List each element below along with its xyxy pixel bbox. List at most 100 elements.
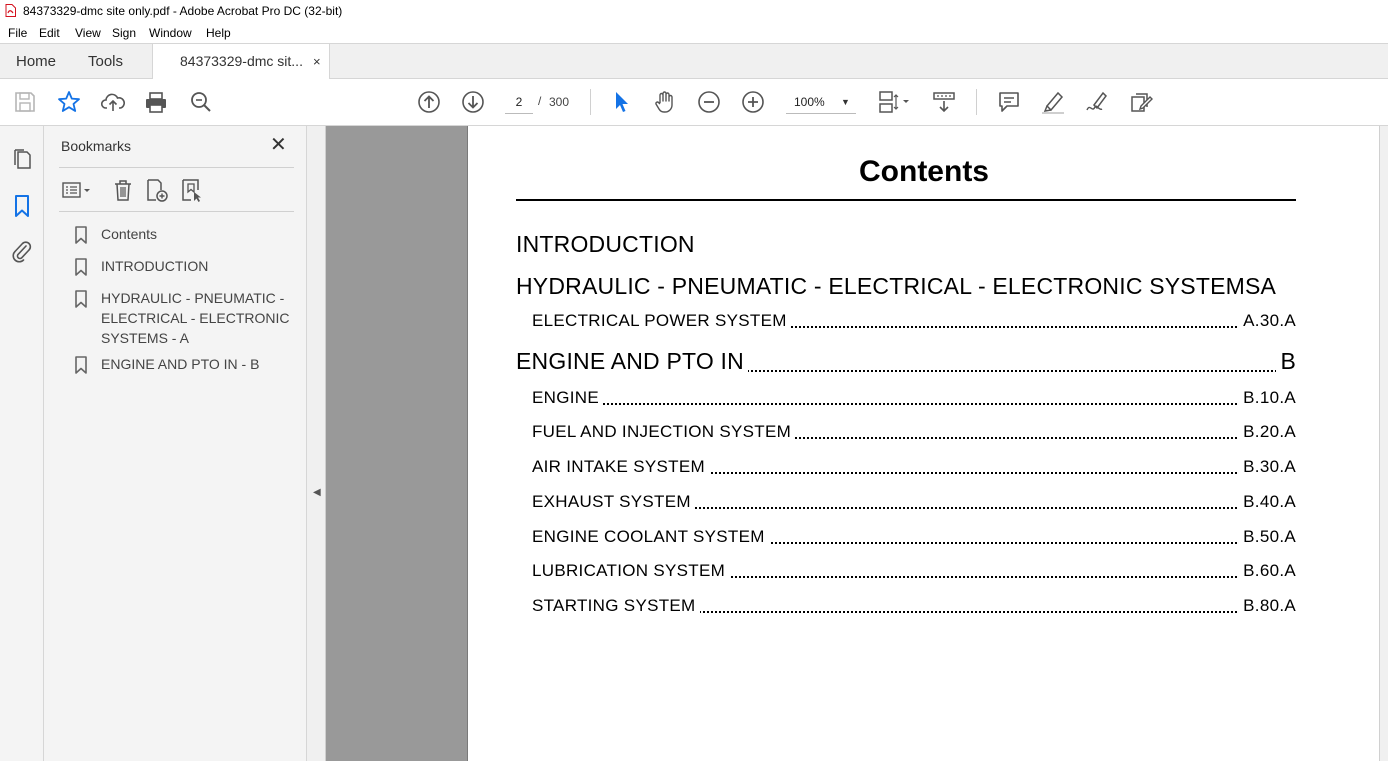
highlight-pen-icon[interactable] [1040,89,1066,115]
toolbar-divider [976,89,977,115]
heading-rule [516,199,1296,201]
bookmark-icon [75,290,87,308]
chevron-down-icon: ▼ [841,97,850,107]
toc-entry-title: AIR INTAKE SYSTEM [532,456,709,478]
close-panel-icon[interactable]: ✕ [270,135,287,155]
toc-entry-ref: A.30.A [1239,310,1296,332]
toc-entry-title: EXHAUST SYSTEM [532,491,695,513]
print-icon[interactable] [143,89,169,115]
bookmarks-panel-icon[interactable] [10,194,34,218]
document-viewport[interactable]: Contents INTRODUCTION HYDRAULIC - PNEUMA… [326,126,1388,761]
menu-help[interactable]: Help [206,26,231,40]
bookmark-icon [75,356,87,374]
panel-divider [59,167,294,168]
menu-sign[interactable]: Sign [112,26,136,40]
toc-entry-title: FUEL AND INJECTION SYSTEM [532,421,796,443]
toc-entry-title: ENGINE AND PTO IN [516,346,748,376]
bookmark-from-selection-icon[interactable] [179,177,205,203]
toc-leader-dots [532,403,1296,405]
toc-entry-ref: B.80.A [1239,595,1296,617]
zoom-search-icon[interactable] [188,89,214,115]
page-number-input[interactable]: 2 [505,91,533,114]
toc-entry-ref: B.50.A [1239,526,1296,548]
toc-entry[interactable]: ELECTRICAL POWER SYSTEM A.30.A [532,310,1296,332]
toc-entry-title: HYDRAULIC - PNEUMATIC - ELECTRICAL - ELE… [516,271,1281,301]
page-thumbnails-icon[interactable] [10,147,34,171]
save-icon[interactable] [12,89,38,115]
toc-entry-ref: B.60.A [1239,560,1296,582]
toc-entry-ref: B.20.A [1239,421,1296,443]
new-bookmark-icon[interactable] [144,177,170,203]
menu-file[interactable]: File [8,26,27,40]
delete-bookmark-icon[interactable] [110,177,136,203]
toc-entry-title: LUBRICATION SYSTEM [532,560,730,582]
tab-document-label: 84373329-dmc sit... [180,53,303,69]
zoom-in-icon[interactable] [740,89,766,115]
toc-entry[interactable]: ENGINE B.10.A [532,387,1296,409]
draw-sign-icon[interactable] [1084,89,1110,115]
hand-pan-icon[interactable] [652,89,678,115]
upload-cloud-icon[interactable] [100,89,126,115]
zoom-level-select[interactable]: 100% ▼ [786,91,856,114]
page-display-icon[interactable] [876,89,912,115]
toolbar-divider [590,89,591,115]
toc-entry[interactable]: EXHAUST SYSTEM B.40.A [532,491,1296,513]
toc-entry-ref: B [1276,346,1296,376]
toc-entry[interactable]: AIR INTAKE SYSTEM B.30.A [532,456,1296,478]
bookmark-icon [75,258,87,276]
bookmark-label: Contents [101,226,158,242]
bookmark-label: HYDRAULIC - PNEUMATIC - ELECTRICAL - ELE… [101,290,290,346]
toc-entry[interactable]: LUBRICATION SYSTEM B.60.A [532,560,1296,582]
tab-document[interactable]: 84373329-dmc sit... × [152,44,330,80]
toc-entry-title: ENGINE COOLANT SYSTEM [532,526,769,548]
bookmark-icon [75,226,87,244]
tab-home[interactable]: Home [16,44,56,79]
pdf-page: Contents INTRODUCTION HYDRAULIC - PNEUMA… [467,126,1379,761]
bookmarks-title: Bookmarks [61,138,132,154]
window-title: 84373329-dmc site only.pdf - Adobe Acrob… [23,4,343,18]
toc-entry-title: INTRODUCTION [516,229,699,259]
toc-entry[interactable]: ENGINE AND PTO IN B [516,346,1296,376]
bookmarks-panel: Bookmarks ✕ Contents INTRODUCTION HYDRAU… [44,126,307,761]
page-separator: / [538,94,542,108]
main-toolbar: 2 / 300 100% ▼ [0,79,1388,126]
next-page-icon[interactable] [460,89,486,115]
panel-splitter[interactable]: ◀ [307,126,326,761]
collapse-panel-icon[interactable]: ◀ [313,487,321,498]
toc-entry[interactable]: STARTING SYSTEM B.80.A [532,595,1296,617]
pdf-file-icon [5,4,16,17]
bookmark-label: INTRODUCTION [101,258,209,274]
attachments-paperclip-icon[interactable] [10,239,34,263]
vertical-scrollbar[interactable] [1379,126,1388,761]
toc-entry-title: ELECTRICAL POWER SYSTEM [532,310,791,332]
menu-view[interactable]: View [75,26,101,40]
bookmark-options-icon[interactable] [60,177,96,203]
toc-entry[interactable]: FUEL AND INJECTION SYSTEM B.20.A [532,421,1296,443]
toc-entry-ref: B.10.A [1239,387,1296,409]
stamp-edit-icon[interactable] [1128,89,1154,115]
zoom-out-icon[interactable] [696,89,722,115]
close-tab-icon[interactable]: × [313,44,321,79]
toc-entry-title: ENGINE [532,387,603,409]
toc-entry[interactable]: ENGINE COOLANT SYSTEM B.50.A [532,526,1296,548]
previous-page-icon[interactable] [416,89,442,115]
navigation-rail [0,126,44,761]
toc-entry[interactable]: INTRODUCTION [516,229,1296,259]
bookmark-label: ENGINE AND PTO IN - B [101,356,260,372]
page-total: 300 [549,95,570,109]
select-pointer-icon[interactable] [608,89,634,115]
toc-entry-ref: B.30.A [1239,456,1296,478]
menu-bar: File Edit View Sign Window Help [0,22,1388,43]
scroll-mode-icon[interactable] [931,89,957,115]
menu-window[interactable]: Window [149,26,192,40]
zoom-level-value: 100% [794,95,825,109]
menu-edit[interactable]: Edit [39,26,60,40]
page-heading: Contents [859,155,989,188]
comment-icon[interactable] [996,89,1022,115]
star-icon[interactable] [56,89,82,115]
panel-divider [59,211,294,212]
toc-entry[interactable]: HYDRAULIC - PNEUMATIC - ELECTRICAL - ELE… [516,271,1296,301]
tab-tools[interactable]: Tools [88,44,123,79]
title-bar: 84373329-dmc site only.pdf - Adobe Acrob… [0,0,1388,22]
toc-entry-title: STARTING SYSTEM [532,595,700,617]
